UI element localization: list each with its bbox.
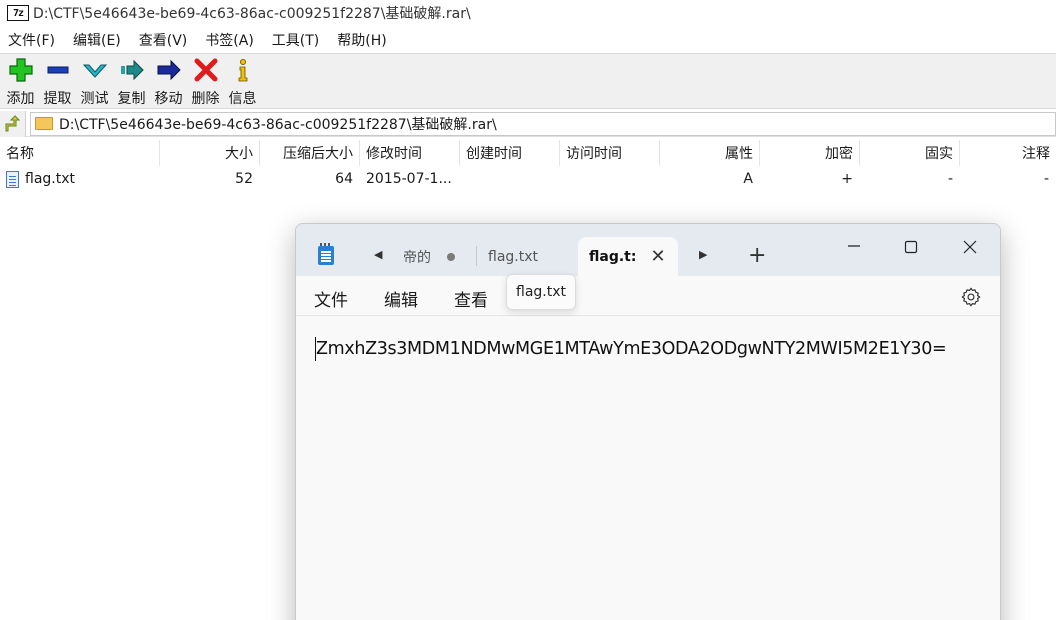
notepad-app-icon xyxy=(318,243,334,265)
file-encrypted: + xyxy=(841,171,853,187)
window-title: D:\CTF\5e46643e-be69-4c63-86ac-c009251f2… xyxy=(33,6,471,22)
tab-2-label: flag.txt xyxy=(488,248,538,265)
tab-separator xyxy=(476,246,477,266)
delete-button[interactable]: 删除 xyxy=(187,54,224,108)
folder-icon xyxy=(35,117,53,130)
close-tab-icon[interactable]: ✕ xyxy=(650,246,665,267)
tab-1-label: 帝的 xyxy=(403,249,431,266)
menu-edit[interactable]: 编辑(E) xyxy=(73,30,121,50)
notepad-menu-file[interactable]: 文件 xyxy=(314,286,348,311)
column-header-modified[interactable]: 修改时间 xyxy=(360,140,460,166)
file-name-cell[interactable]: flag.txt xyxy=(0,166,160,192)
move-button[interactable]: 移动 xyxy=(150,54,187,108)
info-button[interactable]: 信息 xyxy=(224,54,261,108)
scroll-tabs-left-icon[interactable]: ◀ xyxy=(374,248,382,261)
notepad-menu-bar: 文件 编辑 查看 xyxy=(296,276,1000,316)
file-row[interactable]: flag.txt 52 64 2015-07-1... A + - - xyxy=(0,166,1056,192)
tab-3-active[interactable]: flag.t: ✕ xyxy=(578,237,678,276)
add-label: 添加 xyxy=(6,91,35,107)
address-input[interactable]: D:\CTF\5e46643e-be69-4c63-86ac-c009251f2… xyxy=(30,111,1056,136)
address-path: D:\CTF\5e46643e-be69-4c63-86ac-c009251f2… xyxy=(59,116,497,133)
move-icon xyxy=(157,59,181,81)
notepad-window: ◀ 帝的 flag.txt flag.t: ✕ ▶ + 文件 编辑 查看 fla… xyxy=(295,223,1001,620)
menu-bar: 文件(F) 编辑(E) 查看(V) 书签(A) 工具(T) 帮助(H) xyxy=(0,28,1056,52)
text-file-icon xyxy=(6,170,19,188)
copy-icon xyxy=(120,59,144,81)
column-header-attributes[interactable]: 属性 xyxy=(660,140,760,166)
file-size: 52 xyxy=(235,171,253,187)
notepad-menu-view[interactable]: 查看 xyxy=(454,286,488,311)
menu-help[interactable]: 帮助(H) xyxy=(337,30,386,50)
notepad-tab-bar: ◀ 帝的 flag.txt flag.t: ✕ ▶ + xyxy=(296,224,1000,276)
move-label: 移动 xyxy=(154,91,183,107)
notepad-text-area[interactable]: ZmxhZ3s3MDM1NDMwMGE1MTAwYmE3ODA2ODgwNTY2… xyxy=(296,317,1000,620)
file-created xyxy=(460,166,560,192)
delete-icon xyxy=(194,58,217,82)
new-tab-button[interactable]: + xyxy=(748,243,766,268)
copy-button[interactable]: 复制 xyxy=(113,54,150,108)
tab-tooltip: flag.txt xyxy=(506,274,576,310)
file-comment: - xyxy=(1043,171,1049,187)
unsaved-dot-icon xyxy=(447,252,455,261)
notepad-content[interactable]: ZmxhZ3s3MDM1NDMwMGE1MTAwYmE3ODA2ODgwNTY2… xyxy=(316,339,947,359)
column-header-accessed[interactable]: 访问时间 xyxy=(560,140,660,166)
extract-icon xyxy=(47,66,68,74)
file-packed-size: 64 xyxy=(335,171,353,187)
menu-bookmarks[interactable]: 书签(A) xyxy=(205,30,254,50)
menu-tools[interactable]: 工具(T) xyxy=(272,30,319,50)
file-attributes: A xyxy=(743,171,753,187)
column-header-created[interactable]: 创建时间 xyxy=(460,140,560,166)
test-label: 测试 xyxy=(80,91,109,107)
title-bar: 7z D:\CTF\5e46643e-be69-4c63-86ac-c00925… xyxy=(0,0,1056,26)
add-icon xyxy=(8,58,33,82)
up-folder-button[interactable] xyxy=(0,110,26,137)
info-label: 信息 xyxy=(228,91,257,107)
extract-label: 提取 xyxy=(43,91,72,107)
notepad-menu-edit[interactable]: 编辑 xyxy=(384,286,418,311)
tab-2[interactable]: flag.txt xyxy=(488,237,568,276)
7zip-app-icon: 7z xyxy=(7,5,29,21)
column-header-size[interactable]: 大小 xyxy=(160,140,260,166)
test-icon xyxy=(82,64,107,78)
menu-view[interactable]: 查看(V) xyxy=(139,30,188,50)
column-header-packed-size[interactable]: 压缩后大小 xyxy=(260,140,360,166)
copy-label: 复制 xyxy=(117,91,146,107)
file-name: flag.txt xyxy=(25,171,75,187)
toolbar: 添加 提取 测试 复制 移动 删除 信息 xyxy=(0,53,1056,109)
info-icon xyxy=(238,59,247,82)
minimize-button[interactable] xyxy=(832,232,876,262)
tab-3-label: flag.t: xyxy=(589,248,637,265)
menu-file[interactable]: 文件(F) xyxy=(8,30,55,50)
column-header-solid[interactable]: 固实 xyxy=(860,140,960,166)
address-bar: D:\CTF\5e46643e-be69-4c63-86ac-c009251f2… xyxy=(0,110,1056,137)
column-header-encrypted[interactable]: 加密 xyxy=(760,140,860,166)
file-modified: 2015-07-1... xyxy=(366,171,452,187)
maximize-button[interactable] xyxy=(889,232,933,262)
settings-gear-icon[interactable] xyxy=(960,286,982,308)
extract-button[interactable]: 提取 xyxy=(39,54,76,108)
test-button[interactable]: 测试 xyxy=(76,54,113,108)
file-accessed xyxy=(560,166,660,192)
up-folder-icon xyxy=(5,114,20,131)
scroll-tabs-right-icon[interactable]: ▶ xyxy=(699,248,707,261)
file-list-header: 名称 大小 压缩后大小 修改时间 创建时间 访问时间 属性 加密 固实 注释 xyxy=(0,140,1056,166)
column-header-name[interactable]: 名称 xyxy=(0,140,160,166)
add-button[interactable]: 添加 xyxy=(2,54,39,108)
column-header-comment[interactable]: 注释 xyxy=(960,140,1056,166)
minimize-icon xyxy=(848,245,860,247)
close-icon xyxy=(963,240,977,254)
tab-1[interactable]: 帝的 xyxy=(403,237,463,276)
file-solid: - xyxy=(947,171,953,187)
close-window-button[interactable] xyxy=(948,232,992,262)
maximize-icon xyxy=(904,240,918,254)
delete-label: 删除 xyxy=(191,91,220,107)
